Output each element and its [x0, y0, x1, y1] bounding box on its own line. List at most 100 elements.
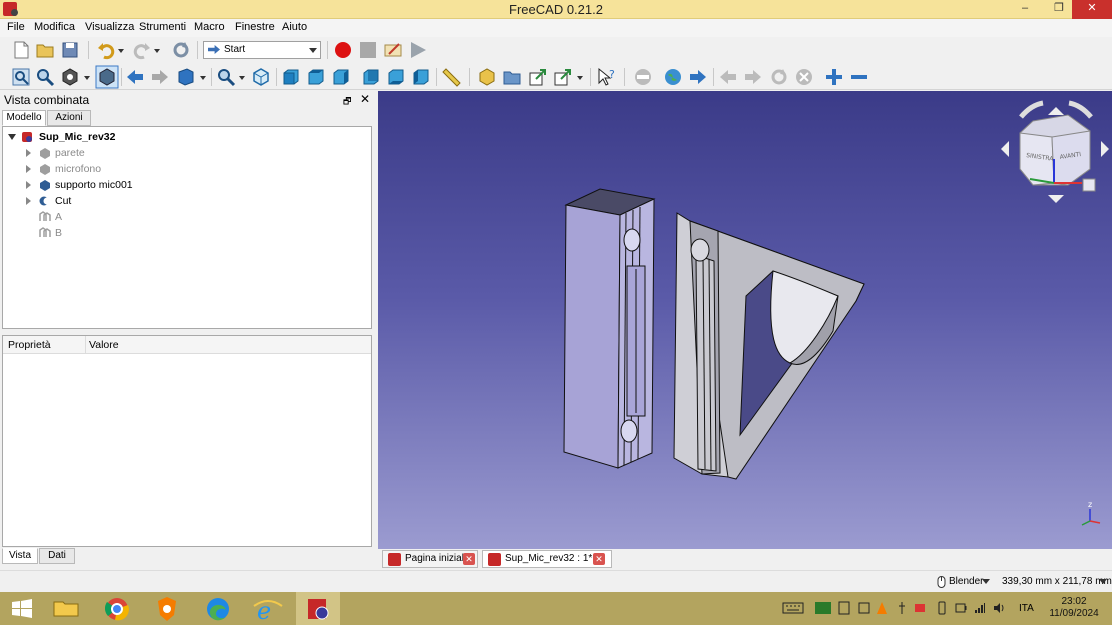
collapse-arrow-icon[interactable] [26, 197, 31, 205]
open-folder-icon[interactable] [35, 40, 55, 60]
chevron-down-icon[interactable] [982, 579, 990, 585]
web-stop-icon[interactable] [794, 67, 814, 87]
menu-file[interactable]: File [7, 21, 25, 33]
notification-icon[interactable] [914, 601, 926, 615]
arrow-left-icon[interactable] [125, 67, 145, 87]
web-refresh-icon[interactable] [769, 67, 789, 87]
right-view-icon[interactable] [331, 67, 351, 87]
run-macro-icon[interactable] [408, 40, 428, 60]
link-dropdown-icon[interactable] [575, 67, 585, 87]
isometric-view-icon[interactable] [251, 67, 271, 87]
usb-icon[interactable] [896, 601, 908, 615]
volume-icon[interactable] [993, 601, 1005, 615]
left-view-icon[interactable] [411, 67, 431, 87]
menu-finestre[interactable]: Finestre [235, 21, 275, 33]
web-back-icon[interactable] [718, 67, 738, 87]
nav-arrow-down-icon[interactable] [1048, 195, 1064, 203]
undo-icon[interactable] [96, 40, 116, 60]
nav-arrow-left-icon[interactable] [1001, 141, 1009, 157]
globe-icon[interactable] [663, 67, 683, 87]
tree-item-microfono[interactable]: microfono [3, 161, 371, 177]
tab-azioni[interactable]: Azioni [47, 110, 91, 126]
nav-arrow-right-icon[interactable] [1101, 141, 1109, 157]
draw-style-dropdown-icon[interactable] [82, 67, 92, 87]
create-part-icon[interactable] [477, 67, 497, 87]
nvidia-icon[interactable] [814, 601, 832, 615]
create-group-icon[interactable] [502, 67, 522, 87]
menu-modifica[interactable]: Modifica [34, 21, 75, 33]
collapse-arrow-icon[interactable] [26, 181, 31, 189]
record-macro-icon[interactable] [333, 40, 353, 60]
navigation-cube[interactable]: SINISTRA AVANTI [1001, 100, 1109, 203]
close-window-button[interactable]: ✕ [1072, 0, 1112, 19]
freecad-taskbar-button[interactable] [296, 592, 340, 625]
bookmark-view-icon[interactable] [176, 67, 196, 87]
column-header-property[interactable]: Proprietà [8, 339, 51, 351]
expand-arrow-icon[interactable] [8, 134, 16, 140]
draw-style-icon[interactable] [60, 67, 80, 87]
avast-icon[interactable] [876, 601, 888, 615]
redo-dropdown-icon[interactable] [152, 40, 162, 60]
collapse-arrow-icon[interactable] [26, 149, 31, 157]
restore-button[interactable]: ❐ [1044, 0, 1074, 19]
windows-start-icon[interactable] [0, 592, 44, 625]
zoom-dropdown-icon[interactable] [237, 67, 247, 87]
chevron-down-icon[interactable] [1099, 579, 1107, 585]
navigation-style[interactable]: Blender [949, 576, 983, 587]
zoom-out-icon[interactable] [849, 67, 869, 87]
internet-explorer-icon[interactable]: e [246, 592, 290, 625]
zoom-in-icon[interactable] [824, 67, 844, 87]
tab-sup-mic-rev32[interactable]: Sup_Mic_rev32 : 1* ✕ [482, 550, 612, 568]
whats-this-icon[interactable]: ? [597, 67, 617, 87]
brave-icon[interactable] [145, 592, 189, 625]
fit-all-icon[interactable] [11, 67, 31, 87]
rotate-ccw-icon[interactable] [1019, 100, 1044, 119]
std-close-icon[interactable] [633, 67, 653, 87]
column-header-value[interactable]: Valore [89, 339, 119, 351]
tab-vista[interactable]: Vista [2, 548, 38, 564]
workbench-selector[interactable]: Start [203, 41, 321, 59]
zoom-icon[interactable] [216, 67, 236, 87]
stop-macro-icon[interactable] [358, 40, 378, 60]
rotate-cw-icon[interactable] [1068, 100, 1093, 119]
edge-icon[interactable] [196, 592, 240, 625]
menu-macro[interactable]: Macro [194, 21, 225, 33]
menu-strumenti[interactable]: Strumenti [139, 21, 186, 33]
refresh-icon[interactable] [171, 40, 191, 60]
navigate-forward-icon[interactable] [688, 67, 708, 87]
tree-item-b[interactable]: B [3, 225, 371, 241]
web-forward-icon[interactable] [743, 67, 763, 87]
signal-icon[interactable] [974, 601, 986, 615]
tree-root-document[interactable]: Sup_Mic_rev32 [3, 129, 371, 145]
navcube-mini-cube-icon[interactable] [1082, 178, 1096, 192]
fit-selection-icon[interactable] [35, 67, 55, 87]
new-document-icon[interactable] [11, 40, 31, 60]
edit-macro-icon[interactable] [383, 40, 403, 60]
link-actions-icon[interactable] [553, 67, 573, 87]
tree-item-supporto-mic001[interactable]: supporto mic001 [3, 177, 371, 193]
menu-visualizza[interactable]: Visualizza [85, 21, 134, 33]
bookmark-dropdown-icon[interactable] [198, 67, 208, 87]
tab-modello[interactable]: Modello [2, 110, 46, 126]
link-icon[interactable] [528, 67, 548, 87]
tray-window-icon[interactable] [858, 601, 870, 615]
bottom-view-icon[interactable] [386, 67, 406, 87]
column-divider[interactable] [85, 336, 86, 354]
close-tab-icon[interactable]: ✕ [463, 553, 475, 565]
redo-icon[interactable] [132, 40, 152, 60]
phone-icon[interactable] [937, 601, 947, 615]
model-dimensions[interactable]: 339,30 mm x 211,78 mm [1002, 576, 1112, 587]
tab-pagina-iniziale[interactable]: Pagina iniziale ✕ [382, 550, 478, 568]
language-indicator[interactable]: ITA [1019, 603, 1034, 614]
keyboard-icon[interactable] [782, 601, 804, 615]
rear-view-icon[interactable] [361, 67, 381, 87]
file-explorer-icon[interactable] [44, 592, 88, 625]
battery-icon[interactable] [955, 601, 967, 615]
arrow-right-icon[interactable] [150, 67, 170, 87]
save-icon[interactable] [60, 40, 80, 60]
float-panel-button[interactable]: 🗗 [343, 94, 351, 110]
menu-aiuto[interactable]: Aiuto [282, 21, 307, 33]
tray-app-icon[interactable] [838, 601, 850, 615]
tree-item-a[interactable]: A [3, 209, 371, 225]
top-view-icon[interactable] [306, 67, 326, 87]
